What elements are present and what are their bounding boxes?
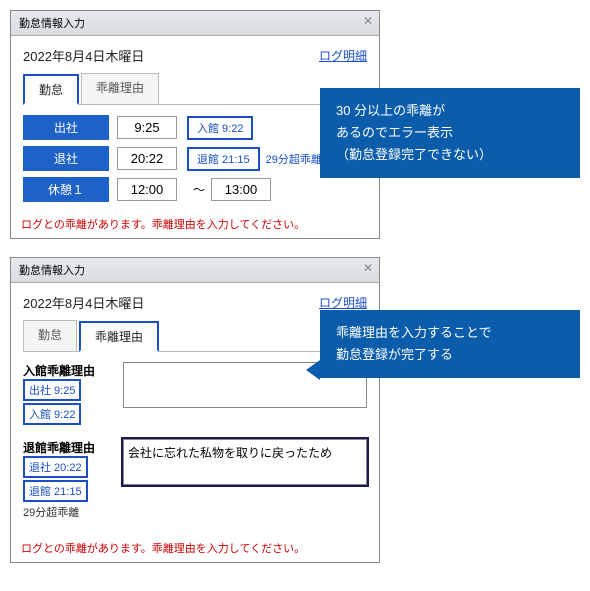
callout-line: 乖離理由を入力することで bbox=[336, 322, 564, 344]
tab-kintai[interactable]: 勤怠 bbox=[23, 74, 79, 105]
row-leave: 退社 20:22 退館 21:15 29分超乖離 bbox=[23, 146, 367, 171]
callout-line: 30 分以上の乖離が bbox=[336, 100, 564, 122]
leave-time-input[interactable]: 20:22 bbox=[117, 147, 177, 170]
break1-label: 休憩１ bbox=[23, 177, 109, 202]
callout-error-explain: 30 分以上の乖離が あるのでエラー表示 （勤怠登録完了できない） bbox=[320, 88, 580, 178]
tab-bar: 勤怠 乖離理由 bbox=[23, 73, 367, 105]
callout-reason-explain: 乖離理由を入力することで 勤怠登録が完了する bbox=[320, 310, 580, 378]
log-detail-link[interactable]: ログ明細 bbox=[319, 294, 367, 311]
error-message: ログとの乖離があります。乖離理由を入力してください。 bbox=[11, 536, 379, 562]
arrive-time-input[interactable]: 9:25 bbox=[117, 116, 177, 139]
titlebar: 勤怠情報入力 ✕ bbox=[11, 258, 379, 283]
enter-badge: 入館 9:22 bbox=[23, 403, 81, 425]
dialog-title: 勤怠情報入力 bbox=[19, 265, 85, 277]
callout-line: （勤怠登録完了できない） bbox=[336, 144, 564, 166]
titlebar: 勤怠情報入力 ✕ bbox=[11, 11, 379, 36]
leave-badge: 退社 20:22 bbox=[23, 456, 88, 478]
break1-to-input[interactable]: 13:00 bbox=[211, 178, 271, 201]
exit-reason-label: 退館乖離理由 bbox=[23, 439, 123, 456]
tab-reason[interactable]: 乖離理由 bbox=[79, 321, 159, 352]
exit-badge: 退館 21:15 bbox=[187, 147, 260, 171]
row-arrive: 出社 9:25 入館 9:22 bbox=[23, 115, 367, 140]
enter-reason-label: 入館乖離理由 bbox=[23, 362, 123, 379]
row-break1: 休憩１ 12:00 ～ 13:00 bbox=[23, 177, 367, 202]
break1-from-input[interactable]: 12:00 bbox=[117, 178, 177, 201]
error-message: ログとの乖離があります。乖離理由を入力してください。 bbox=[11, 212, 379, 238]
dialog-title: 勤怠情報入力 bbox=[19, 18, 85, 30]
enter-badge: 入館 9:22 bbox=[187, 116, 253, 140]
callout-line: あるのでエラー表示 bbox=[336, 122, 564, 144]
tilde: ～ bbox=[193, 181, 205, 198]
tab-kintai[interactable]: 勤怠 bbox=[23, 320, 77, 351]
callout-line: 勤怠登録が完了する bbox=[336, 344, 564, 366]
date-label: 2022年8月4日木曜日 bbox=[23, 293, 144, 312]
exit-badge: 退館 21:15 bbox=[23, 480, 88, 502]
log-detail-link[interactable]: ログ明細 bbox=[319, 47, 367, 64]
date-label: 2022年8月4日木曜日 bbox=[23, 46, 144, 65]
dialog-reason-entry: 勤怠情報入力 ✕ 2022年8月4日木曜日 ログ明細 勤怠 乖離理由 入館乖離理… bbox=[10, 257, 380, 563]
gap-text: 29分超乖離 bbox=[266, 151, 322, 167]
close-icon[interactable]: ✕ bbox=[363, 261, 373, 275]
leave-label: 退社 bbox=[23, 146, 109, 171]
close-icon[interactable]: ✕ bbox=[363, 14, 373, 28]
arrive-badge: 出社 9:25 bbox=[23, 379, 81, 401]
arrive-label: 出社 bbox=[23, 115, 109, 140]
exit-reason-input[interactable]: 会社に忘れた私物を取りに戻ったため bbox=[123, 439, 367, 485]
tab-reason[interactable]: 乖離理由 bbox=[81, 73, 159, 104]
gap-text: 29分超乖離 bbox=[23, 507, 79, 519]
tab-bar: 勤怠 乖離理由 bbox=[23, 320, 367, 352]
